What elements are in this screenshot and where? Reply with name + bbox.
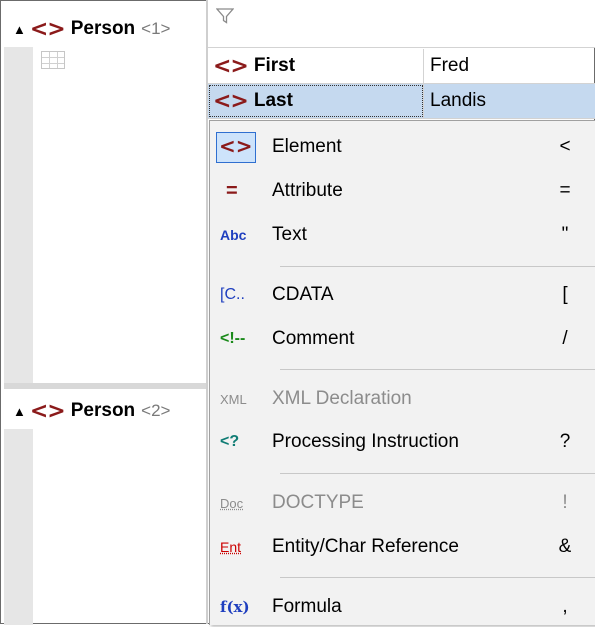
person-1-name: Person [70, 18, 136, 39]
menu-item-text[interactable]: Abc Text " [210, 215, 595, 255]
cell-name-first[interactable]: <> First [208, 49, 424, 83]
menu-item-label: Attribute [272, 180, 343, 201]
menu-item-label: DOCTYPE [272, 492, 364, 513]
menu-item-label: XML Declaration [272, 388, 412, 409]
menu-item-attribute[interactable]: = Attribute = [210, 171, 595, 211]
menu-separator [280, 473, 595, 474]
menu-item-label: Comment [272, 328, 355, 349]
cell-name-last[interactable]: <> Last [208, 84, 424, 118]
person-2-index: <2> [141, 401, 171, 420]
doctype-icon: Doc [220, 495, 244, 511]
menu-item-shortcut: [ [562, 284, 568, 305]
insert-context-menu: <> Element < = Attribute = Abc Text " [C… [209, 120, 595, 625]
menu-item-shortcut: / [562, 328, 568, 349]
menu-item-label: CDATA [272, 284, 334, 305]
entity-icon: Ent [220, 539, 242, 555]
person-1-index: <1> [141, 19, 171, 38]
menu-item-element[interactable]: <> Element < [210, 127, 595, 167]
element-icon: <> [29, 398, 66, 424]
menu-item-label: Text [272, 224, 307, 245]
tree-strip [4, 47, 33, 383]
menu-item-shortcut: & [558, 536, 572, 557]
grid-row-first[interactable]: <> First Fred [208, 49, 595, 84]
pane-divider [4, 383, 207, 389]
menu-item-comment[interactable]: <!-- Comment / [210, 319, 595, 359]
processing-instruction-icon: <? [220, 433, 240, 450]
person-1-node[interactable]: ▲ <> Person <1> [13, 15, 170, 43]
menu-item-processing-instruction[interactable]: <? Processing Instruction ? [210, 422, 595, 462]
person-2-node[interactable]: ▲ <> Person <2> [13, 397, 170, 425]
left-pane: ▲ <> Person <1> ▲ <> Person <2> [1, 1, 207, 625]
element-name: Last [253, 90, 293, 111]
filter-icon[interactable] [215, 8, 235, 30]
filter-row [208, 0, 595, 48]
menu-item-label: Entity/Char Reference [272, 536, 459, 557]
collapse-triangle-icon[interactable]: ▲ [13, 404, 26, 419]
cell-value-first[interactable]: Fred [424, 49, 595, 83]
menu-item-cdata[interactable]: [C.. CDATA [ [210, 275, 595, 315]
collapse-triangle-icon[interactable]: ▲ [13, 22, 26, 37]
element-icon: <> [213, 88, 249, 114]
menu-item-label: Processing Instruction [272, 431, 459, 452]
element-icon: <> [213, 53, 249, 79]
menu-item-shortcut: ! [562, 492, 568, 513]
menu-item-shortcut: < [559, 136, 571, 157]
menu-item-shortcut: ? [559, 431, 571, 452]
menu-item-label: Element [272, 136, 342, 157]
text-icon: Abc [220, 227, 247, 243]
element-icon: <> [29, 16, 66, 42]
menu-item-formula[interactable]: f(x) Formula , [210, 587, 595, 627]
person-2-name: Person [70, 400, 136, 421]
formula-icon: f(x) [220, 598, 250, 616]
tree-strip [4, 429, 33, 625]
comment-icon: <!-- [220, 330, 246, 347]
menu-separator [280, 577, 595, 578]
attribute-icon: = [226, 179, 238, 202]
menu-separator [280, 369, 595, 370]
menu-item-shortcut: " [561, 224, 569, 245]
menu-item-shortcut: , [562, 596, 568, 617]
element-icon: <> [216, 131, 256, 163]
table-view-icon[interactable] [41, 51, 65, 69]
cell-value-last[interactable]: Landis [424, 84, 595, 118]
menu-item-xml-declaration[interactable]: XML XML Declaration [210, 379, 595, 419]
menu-item-shortcut: = [559, 180, 571, 201]
grid-row-last[interactable]: <> Last Landis [208, 84, 595, 119]
xml-icon: XML [220, 391, 247, 407]
menu-item-entity-reference[interactable]: Ent Entity/Char Reference & [210, 527, 595, 567]
cdata-icon: [C.. [220, 286, 245, 303]
menu-item-label: Formula [272, 596, 342, 617]
menu-item-doctype[interactable]: Doc DOCTYPE ! [210, 483, 595, 523]
element-name: First [253, 55, 296, 76]
menu-separator [280, 266, 595, 267]
